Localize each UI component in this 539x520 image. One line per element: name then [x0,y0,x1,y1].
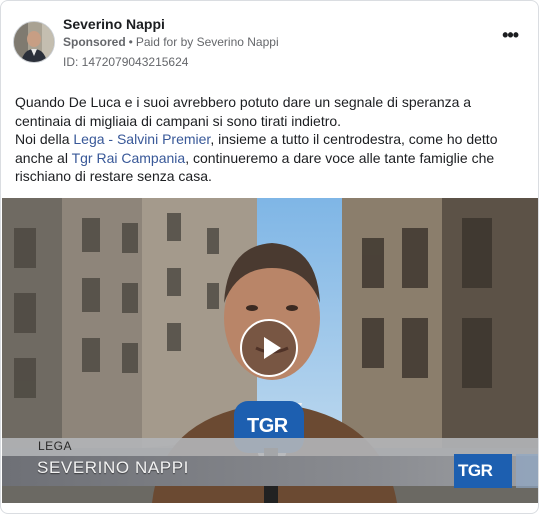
sponsored-label: Sponsored [63,35,126,49]
sponsored-meta: Sponsored • Paid for by Severino Nappi [63,35,279,49]
play-icon[interactable] [240,319,298,377]
post-text-segment: Noi della [15,131,74,147]
tgr-rai-campania-link[interactable]: Tgr Rai Campania [72,150,186,166]
tgr-corner-logo: TGR [458,461,493,480]
post-paragraph-1: Quando De Luca e i suoi avrebbero potuto… [15,94,472,129]
author-name[interactable]: Severino Nappi [63,16,165,32]
post-text: Quando De Luca e i suoi avrebbero potuto… [15,93,530,186]
more-options-icon[interactable]: ••• [502,26,519,44]
meta-separator: • [128,35,133,49]
ad-id: ID: 1472079043215624 [63,55,189,69]
paid-for-label: Paid for by Severino Nappi [135,35,279,49]
lower-third-name: SEVERINO NAPPI [37,458,189,477]
author-avatar[interactable] [13,21,55,63]
post-paragraph-2: Noi della Lega - Salvini Premier, insiem… [15,130,530,186]
mic-tgr-logo: TGR [247,415,288,437]
ad-post-card: Severino Nappi Sponsored • Paid for by Sev… [0,0,539,514]
lower-third-party: LEGA [38,439,73,453]
lega-link[interactable]: Lega - Salvini Premier [73,131,210,147]
